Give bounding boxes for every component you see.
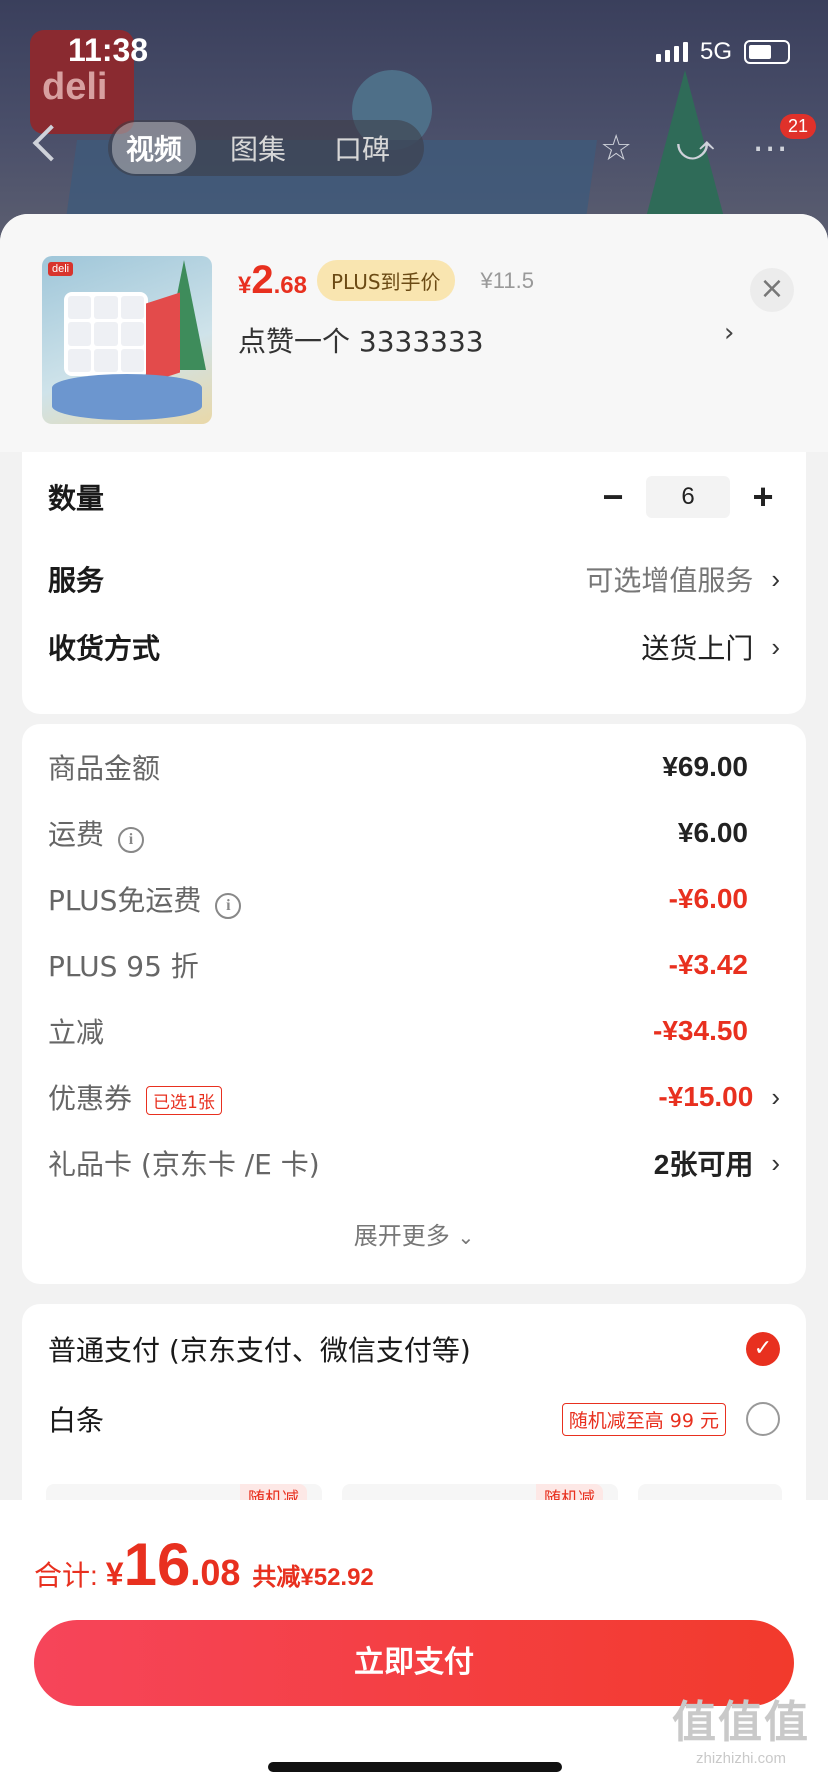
quantity-minus-button[interactable]: − xyxy=(596,476,630,518)
fee-row-coupon[interactable]: 优惠券 已选1张 -¥15.00 › xyxy=(48,1074,780,1120)
close-button[interactable]: × xyxy=(750,268,794,312)
chevron-right-icon: › xyxy=(771,631,780,662)
selected-spec[interactable]: 点赞一个 3333333 xyxy=(238,320,738,360)
chevron-right-icon: › xyxy=(771,563,780,594)
spec-chevron-icon[interactable]: › xyxy=(724,318,734,348)
info-icon[interactable]: i xyxy=(215,893,242,919)
fee-label: 礼品卡 (京东卡 /E 卡) xyxy=(48,1148,320,1181)
service-value: 可选增值服务 xyxy=(585,565,754,596)
checkout-bottom-bar: 合计: ¥ 16 .08 共减¥52.92 立即支付 值值值 zhizhizhi… xyxy=(0,1500,828,1792)
plus-price: ¥2.68 xyxy=(238,258,307,302)
fee-label: 运费 xyxy=(48,818,105,851)
product-thumbnail: deli xyxy=(42,256,212,424)
fee-label: PLUS 95 折 xyxy=(48,950,199,983)
fee-row-plus-free-shipping: PLUS免运费 i -¥6.00 xyxy=(48,876,780,922)
baitiao-promo-tag: 随机减至高 99 元 xyxy=(561,1402,726,1436)
notification-badge: 21 xyxy=(780,114,817,139)
payment-normal-label: 普通支付 (京东支付、微信支付等) xyxy=(48,1334,471,1367)
sheet-header: deli ¥2.68 PLUS到手价 ¥11.5 点赞一个 3333333 › … xyxy=(0,214,828,452)
expand-more-label: 展开更多 xyxy=(353,1222,450,1250)
signal-icon xyxy=(655,42,688,62)
status-time: 11:38 xyxy=(68,32,149,68)
original-price: ¥11.5 xyxy=(480,267,534,293)
product-nav-bar: 视频 图集 口碑 ☆ ⤻ ⋯ xyxy=(0,110,828,180)
service-row[interactable]: 服务 可选增值服务 › xyxy=(48,556,780,602)
total-currency: ¥ xyxy=(105,1556,124,1592)
status-bar: 11:38 5G xyxy=(0,0,828,100)
fee-value: 2张可用 xyxy=(653,1149,754,1180)
info-icon[interactable]: i xyxy=(118,827,145,853)
tab-reviews[interactable]: 口碑 xyxy=(320,122,404,174)
fee-label: 商品金额 xyxy=(48,752,161,785)
home-indicator xyxy=(268,1762,562,1772)
quantity-stepper: − 6 + xyxy=(596,476,780,518)
total-amount-decimal: .08 xyxy=(190,1552,241,1593)
chevron-down-icon: ⌄ xyxy=(457,1225,475,1249)
coupon-selected-tag: 已选1张 xyxy=(146,1086,222,1115)
options-card: 数量 − 6 + 服务 可选增值服务 › 收货方式 送货上门 › xyxy=(22,452,806,714)
site-watermark: 值值值 zhizhizhi.com xyxy=(672,1697,810,1767)
tab-video[interactable]: 视频 xyxy=(112,122,197,174)
share-icon[interactable]: ⤻ xyxy=(676,128,714,170)
payment-baitiao-label: 白条 xyxy=(48,1404,105,1437)
chevron-right-icon: › xyxy=(771,1081,780,1112)
checkmark-selected-icon[interactable]: ✓ xyxy=(746,1332,780,1366)
total-label: 合计: xyxy=(34,1560,98,1591)
fee-row-gift-card[interactable]: 礼品卡 (京东卡 /E 卡) 2张可用 › xyxy=(48,1140,780,1186)
fee-value: ¥6.00 xyxy=(677,817,748,848)
delivery-value: 送货上门 xyxy=(641,633,754,664)
fee-row-goods: 商品金额 ¥69.00 xyxy=(48,744,780,790)
fee-label: 优惠券 xyxy=(48,1082,133,1115)
fee-value: -¥34.50 xyxy=(653,1015,748,1046)
radio-unselected-icon[interactable] xyxy=(746,1402,780,1436)
delivery-row[interactable]: 收货方式 送货上门 › xyxy=(48,624,780,670)
quantity-input[interactable]: 6 xyxy=(646,476,730,518)
fee-label: PLUS免运费 xyxy=(48,884,202,917)
fee-row-instant-discount: 立减 -¥34.50 xyxy=(48,1008,780,1054)
quantity-plus-button[interactable]: + xyxy=(746,476,780,518)
payment-option-baitiao[interactable]: 白条 随机减至高 99 元 xyxy=(48,1394,780,1444)
price-row: ¥2.68 PLUS到手价 ¥11.5 xyxy=(238,258,534,303)
quantity-label: 数量 xyxy=(48,482,105,515)
total-row: 合计: ¥ 16 .08 共减¥52.92 xyxy=(34,1530,374,1599)
favorite-star-icon[interactable]: ☆ xyxy=(600,128,632,169)
plus-price-tag: PLUS到手价 xyxy=(316,260,455,301)
network-type: 5G xyxy=(699,38,732,65)
fee-value: -¥6.00 xyxy=(668,883,748,914)
fee-value: ¥69.00 xyxy=(662,751,748,782)
total-saved: 共减¥52.92 xyxy=(252,1564,374,1591)
back-icon[interactable] xyxy=(32,124,70,162)
service-label: 服务 xyxy=(48,564,105,597)
fee-label: 立减 xyxy=(48,1016,105,1049)
battery-icon xyxy=(744,40,790,64)
fee-row-plus-discount: PLUS 95 折 -¥3.42 xyxy=(48,942,780,988)
media-tabs: 视频 图集 口碑 xyxy=(108,120,425,176)
fee-breakdown-card: 商品金额 ¥69.00 运费 i ¥6.00 PLUS免运费 i -¥6.00 PL… xyxy=(22,724,806,1284)
thumbnail-brand-logo: deli xyxy=(48,262,74,276)
fee-row-shipping: 运费 i ¥6.00 xyxy=(48,810,780,856)
payment-option-normal[interactable]: 普通支付 (京东支付、微信支付等) ✓ xyxy=(48,1324,780,1374)
total-amount-integer: 16 xyxy=(123,1531,191,1598)
delivery-label: 收货方式 xyxy=(48,632,161,665)
quantity-row: 数量 − 6 + xyxy=(48,474,780,520)
chevron-right-icon: › xyxy=(771,1147,780,1178)
fee-value: -¥15.00 xyxy=(658,1081,754,1112)
fee-value: -¥3.42 xyxy=(668,949,748,980)
tab-gallery[interactable]: 图集 xyxy=(216,122,300,174)
expand-more-button[interactable]: 展开更多 ⌄ xyxy=(22,1216,806,1251)
